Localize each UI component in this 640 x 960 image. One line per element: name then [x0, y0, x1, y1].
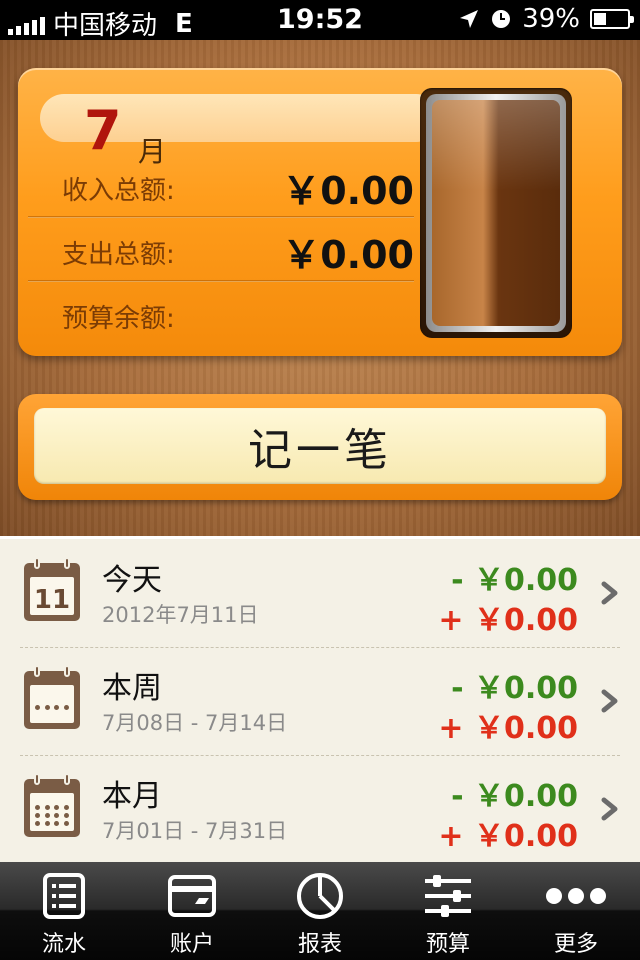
income-total-label: 收入总额:: [62, 176, 175, 206]
list-icon: [43, 873, 85, 919]
alarm-clock-icon: [492, 10, 511, 28]
calendar-month-icon: [24, 773, 80, 837]
income-total-row: 收入总额: ￥0.00: [28, 154, 414, 218]
chevron-right-icon: [601, 581, 618, 605]
calendar-week-icon: [24, 665, 80, 729]
list-item-today[interactable]: 11 今天 2012年7月11日 - ￥0.00 + ￥0.00: [0, 539, 640, 647]
expense-total-row: 支出总额: ￥0.00: [28, 218, 414, 282]
tab-label: 预算: [425, 932, 470, 957]
month-number: 7: [84, 99, 122, 162]
expense-total-label: 支出总额:: [62, 240, 175, 270]
expense-amount: - ￥0.00: [451, 671, 578, 706]
location-arrow-icon: [460, 10, 479, 28]
tab-label: 流水: [41, 932, 86, 957]
list-item-title: 今天: [102, 563, 162, 598]
calendar-day-icon: 11: [24, 557, 80, 621]
tab-bar: 流水 账户 报表 预算 更多: [0, 862, 640, 960]
battery-percent: 39%: [522, 4, 580, 34]
list-item-title: 本周: [102, 671, 162, 706]
tab-budget[interactable]: 预算: [384, 862, 512, 960]
more-icon: [546, 888, 606, 904]
chevron-right-icon: [601, 689, 618, 713]
income-amount: + ￥0.00: [438, 603, 578, 638]
month-banner: 7 月: [40, 94, 440, 168]
card-icon: [168, 875, 216, 917]
expense-amount: - ￥0.00: [451, 779, 578, 814]
tab-label: 更多: [553, 932, 598, 957]
list-item-date-range: 7月01日 - 7月31日: [102, 819, 288, 843]
monthly-summary-card[interactable]: 7 月 收入总额: ￥0.00 支出总额: ￥0.00 预算余额:: [18, 68, 622, 356]
budget-gauge: [420, 88, 572, 338]
tab-transactions[interactable]: 流水: [0, 862, 128, 960]
period-summary-list: 11 今天 2012年7月11日 - ￥0.00 + ￥0.00 本周 7月08…: [0, 536, 640, 862]
budget-balance-row: 预算余额:: [28, 282, 414, 346]
chevron-right-icon: [601, 797, 618, 821]
expense-total-value: ￥0.00: [282, 233, 414, 277]
income-total-value: ￥0.00: [282, 169, 414, 213]
status-bar: 中国移动 E 19:52 39%: [0, 0, 640, 41]
tab-reports[interactable]: 报表: [256, 862, 384, 960]
expense-amount: - ￥0.00: [451, 563, 578, 598]
tab-accounts[interactable]: 账户: [128, 862, 256, 960]
tab-label: 报表: [297, 932, 342, 957]
tab-more[interactable]: 更多: [512, 862, 640, 960]
tab-label: 账户: [169, 932, 214, 957]
pie-chart-icon: [297, 873, 343, 919]
list-item-this-week[interactable]: 本周 7月08日 - 7月14日 - ￥0.00 + ￥0.00: [0, 647, 640, 755]
list-item-date-range: 7月08日 - 7月14日: [102, 711, 288, 735]
battery-icon: [590, 9, 634, 29]
list-item-date-range: 2012年7月11日: [102, 603, 259, 627]
budget-balance-label: 预算余额:: [62, 304, 175, 334]
sliders-icon: [425, 875, 471, 917]
list-item-this-month[interactable]: 本月 7月01日 - 7月31日 - ￥0.00 + ￥0.00: [0, 755, 640, 863]
header-panel: 7 月 收入总额: ￥0.00 支出总额: ￥0.00 预算余额: 记一笔: [0, 40, 640, 536]
record-entry-button[interactable]: 记一笔: [18, 394, 622, 500]
record-entry-label: 记一笔: [34, 408, 606, 484]
income-amount: + ￥0.00: [438, 711, 578, 746]
income-amount: + ￥0.00: [438, 819, 578, 854]
list-item-title: 本月: [102, 779, 162, 814]
